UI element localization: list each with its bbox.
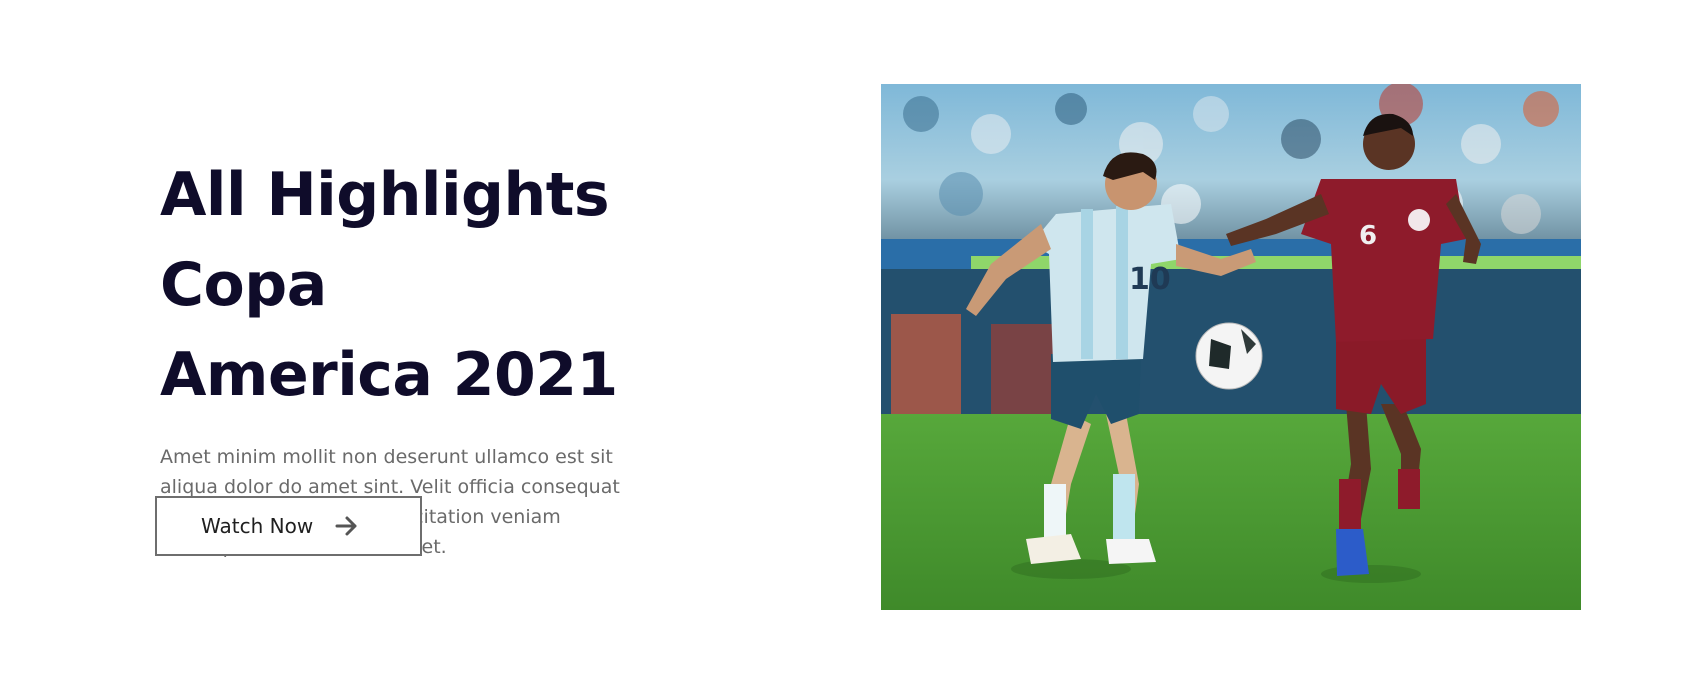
- hero-title-line-2: America 2021: [160, 340, 618, 410]
- hero-title: All Highlights Copa America 2021: [160, 150, 760, 420]
- hero-title-line-1: All Highlights Copa: [160, 160, 610, 320]
- match-photo: 10 6: [881, 84, 1581, 610]
- jersey-number-left: 10: [1129, 262, 1171, 297]
- jersey-number-right: 6: [1359, 221, 1377, 251]
- watch-now-label: Watch Now: [201, 514, 314, 538]
- watch-now-button[interactable]: Watch Now: [155, 496, 422, 556]
- hero-section: All Highlights Copa America 2021 Amet mi…: [0, 0, 1685, 684]
- arrow-right-icon: [335, 515, 359, 537]
